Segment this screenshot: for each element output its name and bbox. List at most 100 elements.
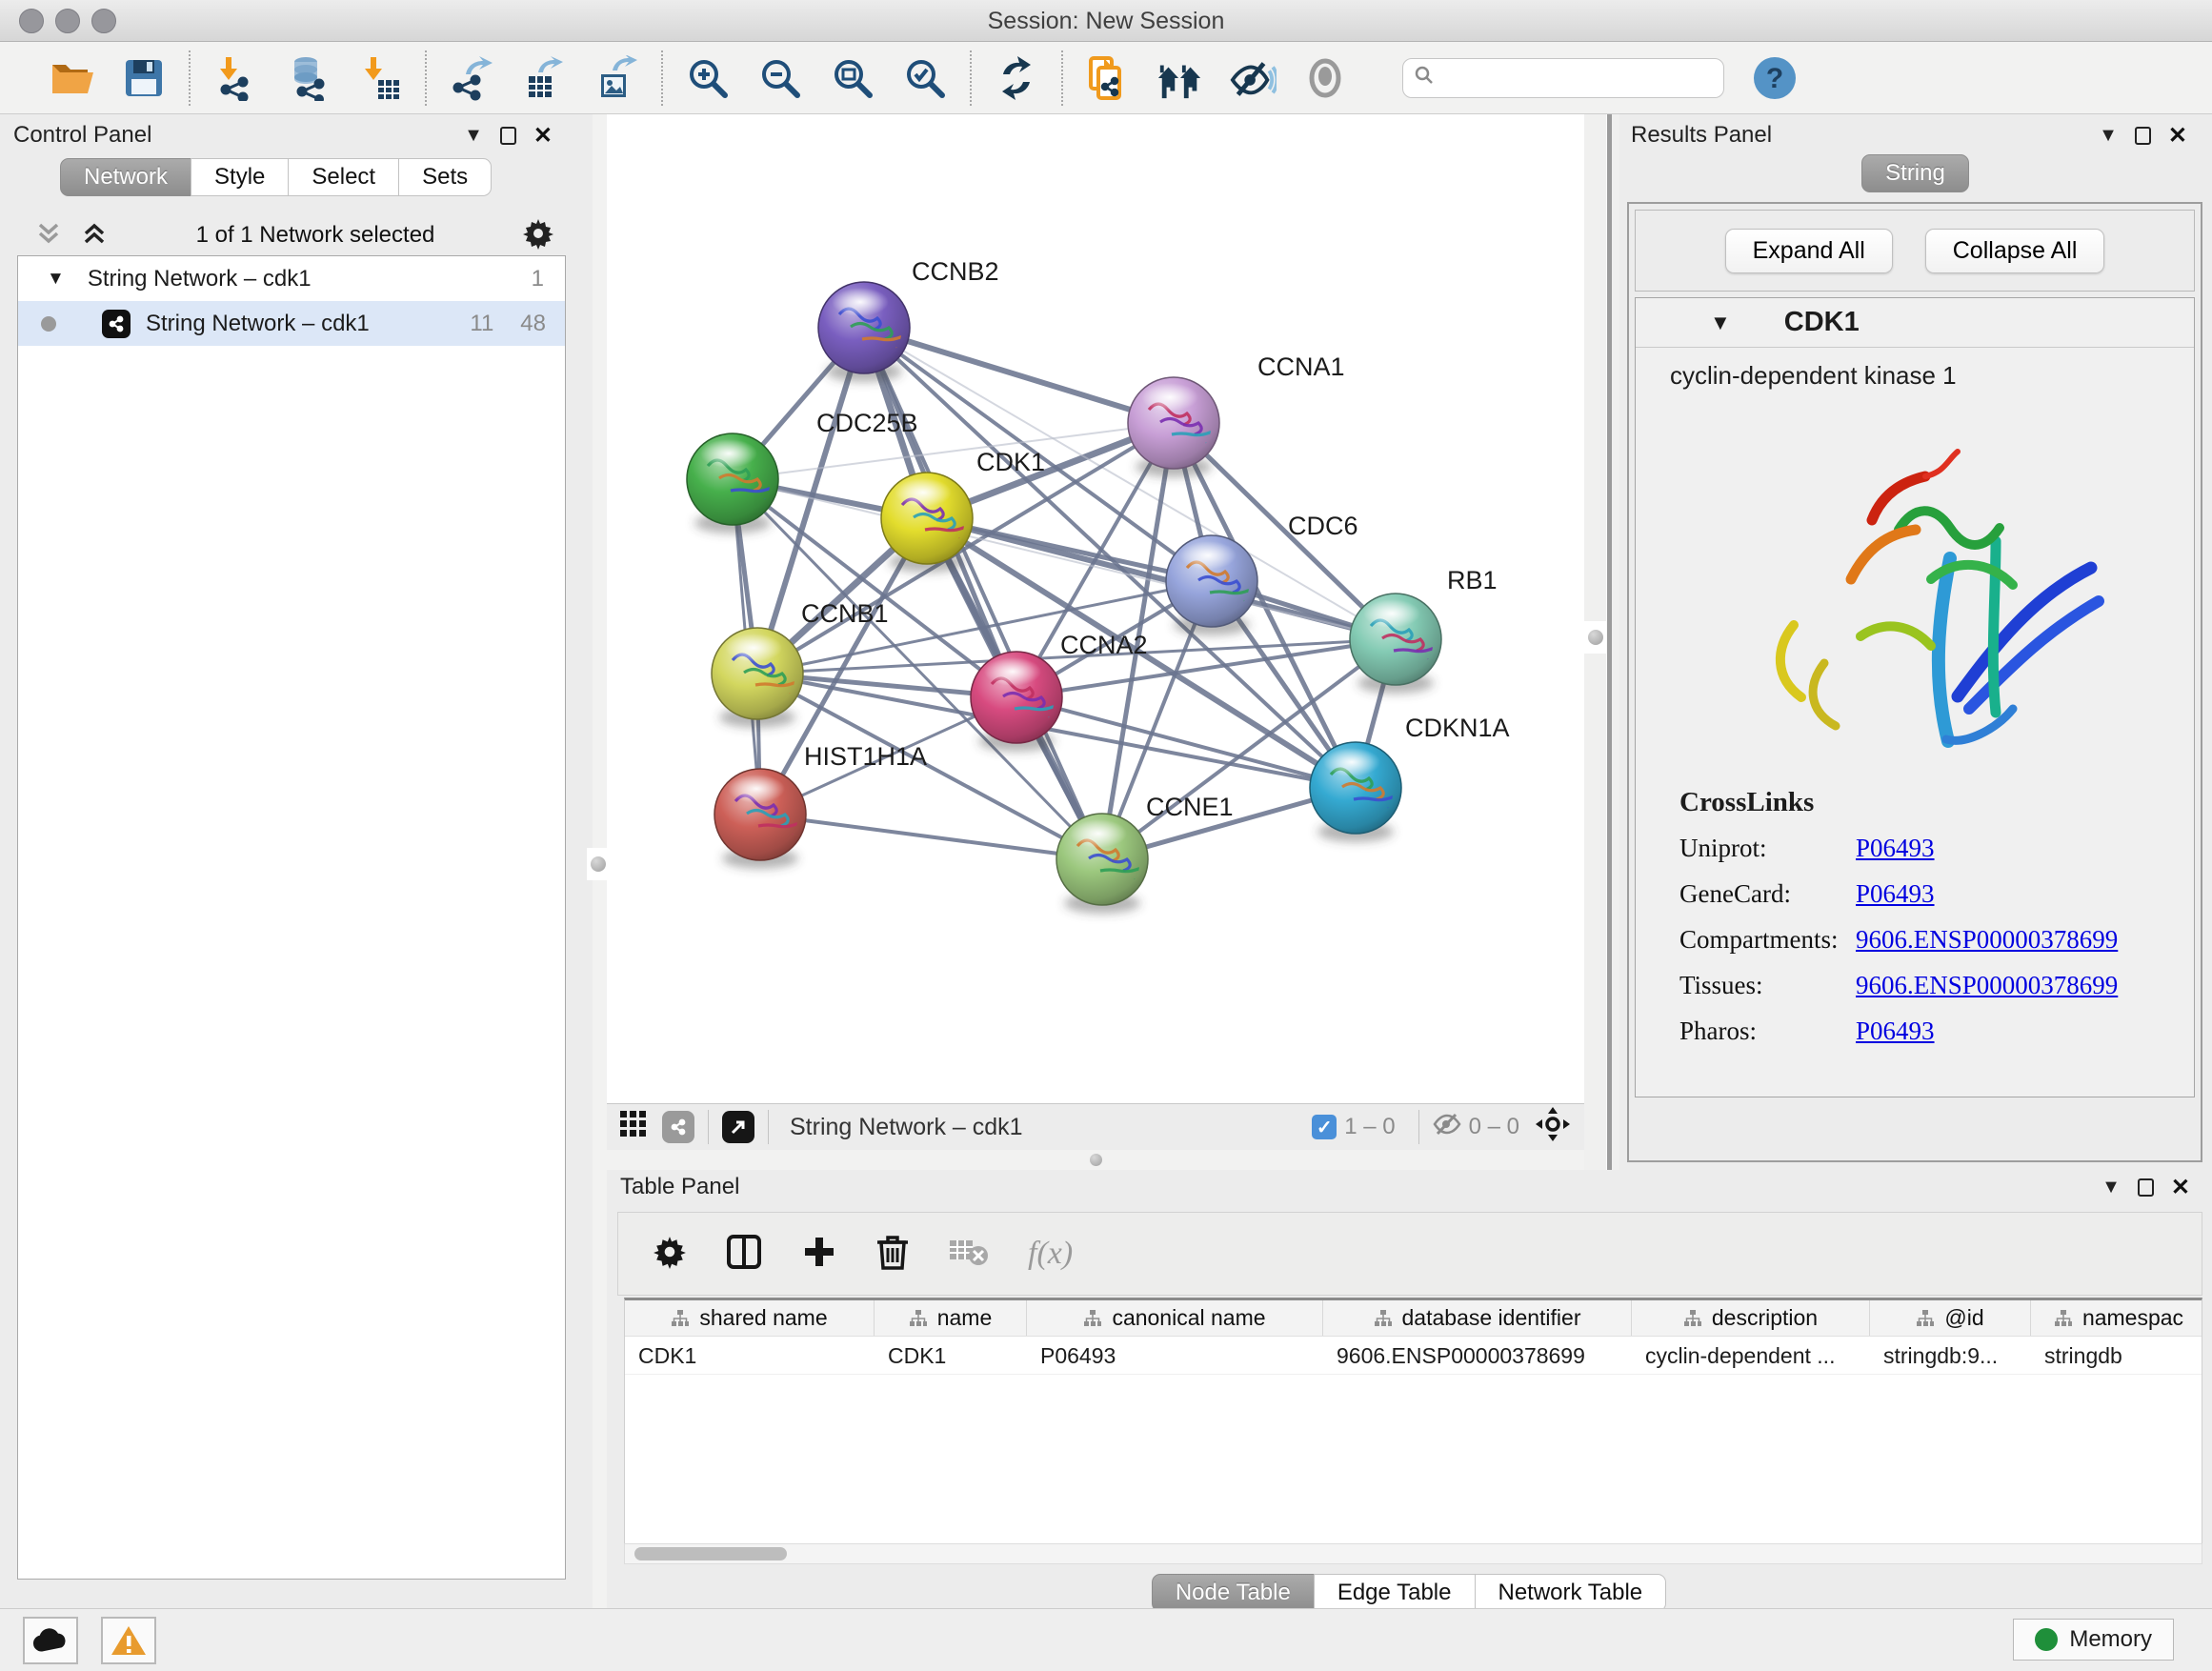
delete-column-icon[interactable]: [875, 1233, 910, 1276]
expand-all-button[interactable]: Expand All: [1725, 229, 1893, 273]
right-splitter[interactable]: [1584, 114, 1619, 1170]
crosslink-link[interactable]: P06493: [1856, 879, 1935, 909]
import-network-from-database-icon[interactable]: [284, 54, 332, 102]
crosslink-link[interactable]: P06493: [1856, 1017, 1935, 1046]
collection-expander-icon[interactable]: ▼: [47, 269, 65, 290]
results-panel-float-icon[interactable]: [2135, 127, 2151, 145]
expand-all-nodes-icon[interactable]: [34, 219, 63, 252]
node-CDK1[interactable]: CDK1: [881, 448, 1045, 573]
scrollbar-thumb[interactable]: [634, 1547, 787, 1560]
table-cell[interactable]: cyclin-dependent ...: [1632, 1337, 1870, 1374]
tab-string[interactable]: String: [1861, 154, 1969, 192]
table-cell[interactable]: stringdb:9...: [1870, 1337, 2031, 1374]
column-header-canonical-name[interactable]: canonical name: [1027, 1300, 1323, 1336]
node-RB1[interactable]: RB1: [1350, 566, 1498, 694]
table-cell[interactable]: 9606.ENSP00000378699: [1323, 1337, 1632, 1374]
selected-items-checkbox[interactable]: ✓: [1312, 1115, 1337, 1139]
control-panel-close-icon[interactable]: ✕: [533, 122, 553, 150]
export-table-icon[interactable]: [520, 54, 568, 102]
table-options-gear-icon[interactable]: [653, 1235, 687, 1274]
edge-HIST1H1A-CCNE1[interactable]: [760, 815, 1102, 859]
zoom-selected-icon[interactable]: [901, 54, 949, 102]
control-panel-float-icon[interactable]: [500, 127, 516, 145]
zoom-in-icon[interactable]: [684, 54, 732, 102]
node-HIST1H1A[interactable]: HIST1H1A: [714, 742, 927, 869]
crosslink-link[interactable]: 9606.ENSP00000378699: [1856, 925, 2118, 955]
bottom-splitter[interactable]: [607, 1150, 1584, 1170]
annotation-icon[interactable]: [1084, 54, 1132, 102]
table-horizontal-scrollbar[interactable]: [624, 1543, 2202, 1564]
zoom-fit-icon[interactable]: [829, 54, 876, 102]
table-panel-close-icon[interactable]: ✕: [2171, 1174, 2190, 1201]
delete-table-icon[interactable]: [948, 1237, 990, 1272]
hidden-items-icon[interactable]: [1433, 1112, 1461, 1143]
memory-button[interactable]: Memory: [2013, 1619, 2174, 1661]
help-icon[interactable]: ?: [1751, 54, 1799, 102]
table-cell[interactable]: stringdb: [2031, 1337, 2202, 1374]
zoom-out-icon[interactable]: [756, 54, 804, 102]
edge-CCNB2-CCNE1[interactable]: [864, 328, 1102, 859]
column-header-shared-name[interactable]: shared name: [625, 1300, 875, 1336]
node-CCNB1[interactable]: CCNB1: [712, 599, 889, 728]
tab-sets[interactable]: Sets: [398, 158, 492, 196]
show-graphics-details-icon[interactable]: [1301, 54, 1349, 102]
cloud-status-button[interactable]: [23, 1617, 78, 1664]
export-network-icon[interactable]: [448, 54, 495, 102]
table-cell[interactable]: CDK1: [625, 1337, 875, 1374]
table-row[interactable]: CDK1CDK1P064939606.ENSP00000378699cyclin…: [625, 1337, 2202, 1375]
network-collection-row[interactable]: ▼ String Network – cdk1 1: [18, 256, 565, 301]
collapse-all-button[interactable]: Collapse All: [1925, 229, 2105, 273]
node-CCNA1[interactable]: CCNA1: [1128, 352, 1345, 477]
column-header-description[interactable]: description: [1632, 1300, 1870, 1336]
column-header-namespac[interactable]: namespac: [2031, 1300, 2202, 1336]
tab-edge-table[interactable]: Edge Table: [1314, 1574, 1476, 1612]
table-cell[interactable]: P06493: [1027, 1337, 1323, 1374]
show-columns-icon[interactable]: [725, 1233, 763, 1276]
collapse-all-nodes-icon[interactable]: [80, 219, 109, 252]
column-header-name[interactable]: name: [875, 1300, 1027, 1336]
add-column-icon[interactable]: [801, 1234, 837, 1275]
node-position-reset-icon[interactable]: [1535, 1106, 1571, 1149]
splitter-handle[interactable]: [591, 856, 606, 872]
left-splitter[interactable]: [593, 114, 607, 1608]
results-panel-close-icon[interactable]: ✕: [2168, 122, 2187, 150]
control-panel-menu-icon[interactable]: ▼: [464, 125, 483, 147]
refresh-view-icon[interactable]: [993, 54, 1040, 102]
network-row[interactable]: String Network – cdk1 11 48: [18, 301, 565, 346]
node-CCNE1[interactable]: CCNE1: [1056, 793, 1234, 914]
table-cell[interactable]: CDK1: [875, 1337, 1027, 1374]
save-session-icon[interactable]: [120, 54, 168, 102]
node-CDKN1A[interactable]: CDKN1A: [1310, 714, 1510, 842]
network-canvas[interactable]: CCNB2CCNA1CDC25BCDK1CDC6RB1CCNB1CCNA2CDK…: [607, 114, 1584, 1103]
node-table[interactable]: shared namenamecanonical namedatabase id…: [624, 1298, 2202, 1543]
string-network-graph[interactable]: CCNB2CCNA1CDC25BCDK1CDC6RB1CCNB1CCNA2CDK…: [607, 114, 1584, 1103]
protein-expander-icon[interactable]: ▼: [1710, 311, 1731, 335]
crosslink-link[interactable]: 9606.ENSP00000378699: [1856, 971, 2118, 1000]
network-type-badge-icon[interactable]: [662, 1111, 694, 1143]
tab-style[interactable]: Style: [191, 158, 289, 196]
protein-card-header[interactable]: ▼ CDK1: [1636, 298, 2194, 348]
function-builder-icon[interactable]: f(x): [1028, 1236, 1073, 1272]
import-table-icon[interactable]: [356, 54, 404, 102]
tab-network[interactable]: Network: [60, 158, 191, 196]
search-box[interactable]: [1402, 58, 1724, 98]
open-in-window-icon[interactable]: [722, 1111, 754, 1143]
results-panel-menu-icon[interactable]: ▼: [2099, 125, 2118, 147]
warnings-button[interactable]: [101, 1617, 156, 1664]
open-stringapp-home-icon[interactable]: [1156, 54, 1204, 102]
tab-select[interactable]: Select: [288, 158, 399, 196]
open-session-icon[interactable]: [48, 54, 95, 102]
column-header-database-identifier[interactable]: database identifier: [1323, 1300, 1632, 1336]
crosslink-link[interactable]: P06493: [1856, 834, 1935, 863]
export-image-icon[interactable]: [593, 54, 640, 102]
birdseye-view-icon[interactable]: [618, 1109, 649, 1146]
tab-node-table[interactable]: Node Table: [1152, 1574, 1315, 1612]
splitter-handle[interactable]: [1588, 630, 1603, 645]
tab-network-table[interactable]: Network Table: [1475, 1574, 1667, 1612]
import-network-icon[interactable]: [211, 54, 259, 102]
splitter-handle[interactable]: [1090, 1154, 1102, 1166]
network-options-gear-icon[interactable]: [522, 217, 554, 254]
search-input[interactable]: [1436, 66, 1714, 91]
table-panel-menu-icon[interactable]: ▼: [2101, 1177, 2121, 1198]
column-header-@id[interactable]: @id: [1870, 1300, 2031, 1336]
